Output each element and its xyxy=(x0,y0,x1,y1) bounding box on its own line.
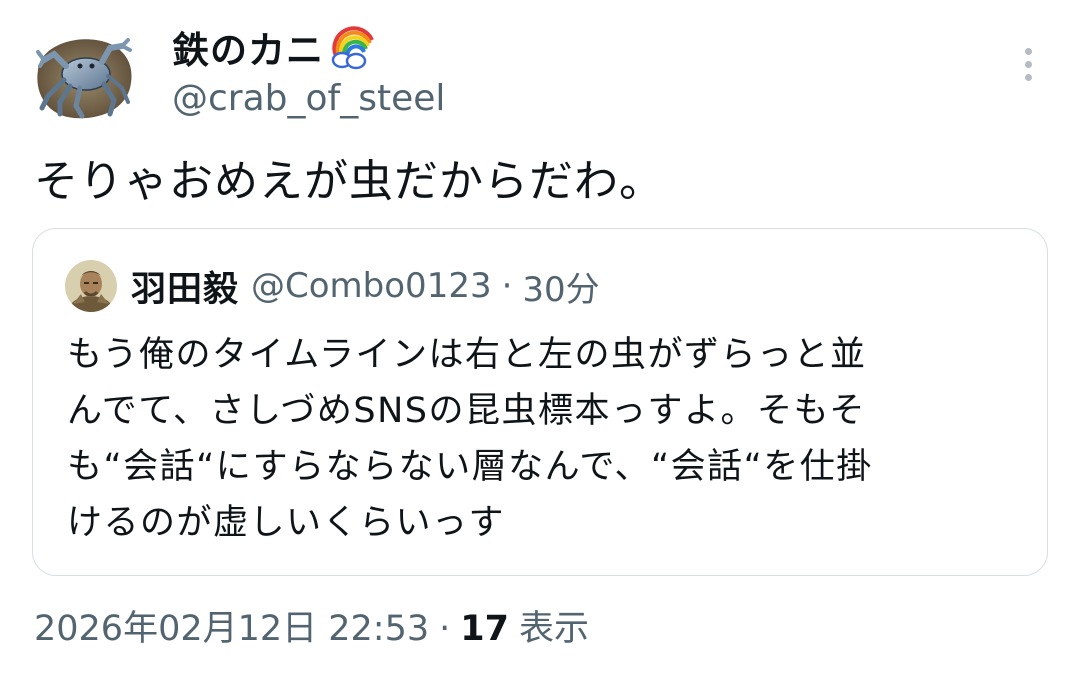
quoted-tweet-text: もう俺のタイムラインは右と左の虫がずらっと並 んでて、さしづめSNSの昆虫標本っ… xyxy=(67,327,1027,551)
views-label: 表示 xyxy=(519,609,590,649)
quoted-author-handle: @Combo0123 xyxy=(251,266,492,306)
quoted-text-line: けるのが虚しいくらいっす xyxy=(67,503,506,543)
more-options-button[interactable] xyxy=(1008,40,1048,88)
tweet: 鉄のカニ @crab_of_steel そりゃおめえが虫だからだわ。 羽田毅 @… xyxy=(0,0,1080,677)
tweet-text: そりゃおめえが虫だからだわ。 xyxy=(34,156,664,207)
rainbow-icon xyxy=(331,26,374,70)
quoted-time-ago: 30分 xyxy=(522,269,600,310)
warrior-avatar-icon xyxy=(65,260,117,312)
author-display-name[interactable]: 鉄のカニ xyxy=(172,20,324,74)
crab-avatar-icon xyxy=(36,38,132,119)
quoted-separator: · xyxy=(501,266,513,306)
quoted-author-name: 羽田毅 xyxy=(131,269,240,310)
more-vertical-icon-dot xyxy=(1024,60,1032,68)
meta-separator: · xyxy=(439,609,451,649)
more-vertical-icon xyxy=(1024,47,1032,55)
tweet-meta: 2026年02月12日 22:53 · 17 表示 xyxy=(34,600,589,651)
quoted-author-avatar[interactable] xyxy=(65,260,117,312)
quoted-tweet-card[interactable]: 羽田毅 @Combo0123 · 30分 もう俺のタイムラインは右と左の虫がずら… xyxy=(32,228,1048,576)
author-avatar[interactable] xyxy=(30,30,138,122)
tweet-timestamp[interactable]: 2026年02月12日 22:53 xyxy=(34,600,429,651)
quoted-tweet-header: 羽田毅 @Combo0123 · 30分 xyxy=(65,259,600,313)
author-handle[interactable]: @crab_of_steel xyxy=(172,78,445,119)
more-vertical-icon-dot xyxy=(1024,73,1032,81)
quoted-text-line: も“会話“にすらならない層なんで、“会話“を仕掛 xyxy=(67,447,873,487)
views-count[interactable]: 17 xyxy=(460,609,509,649)
author-name-row: 鉄のカニ xyxy=(172,22,376,72)
quoted-text-line: もう俺のタイムラインは右と左の虫がずらっと並 xyxy=(67,335,867,375)
quoted-text-line: んでて、さしづめSNSの昆虫標本っすよ。そもそ xyxy=(67,391,866,431)
